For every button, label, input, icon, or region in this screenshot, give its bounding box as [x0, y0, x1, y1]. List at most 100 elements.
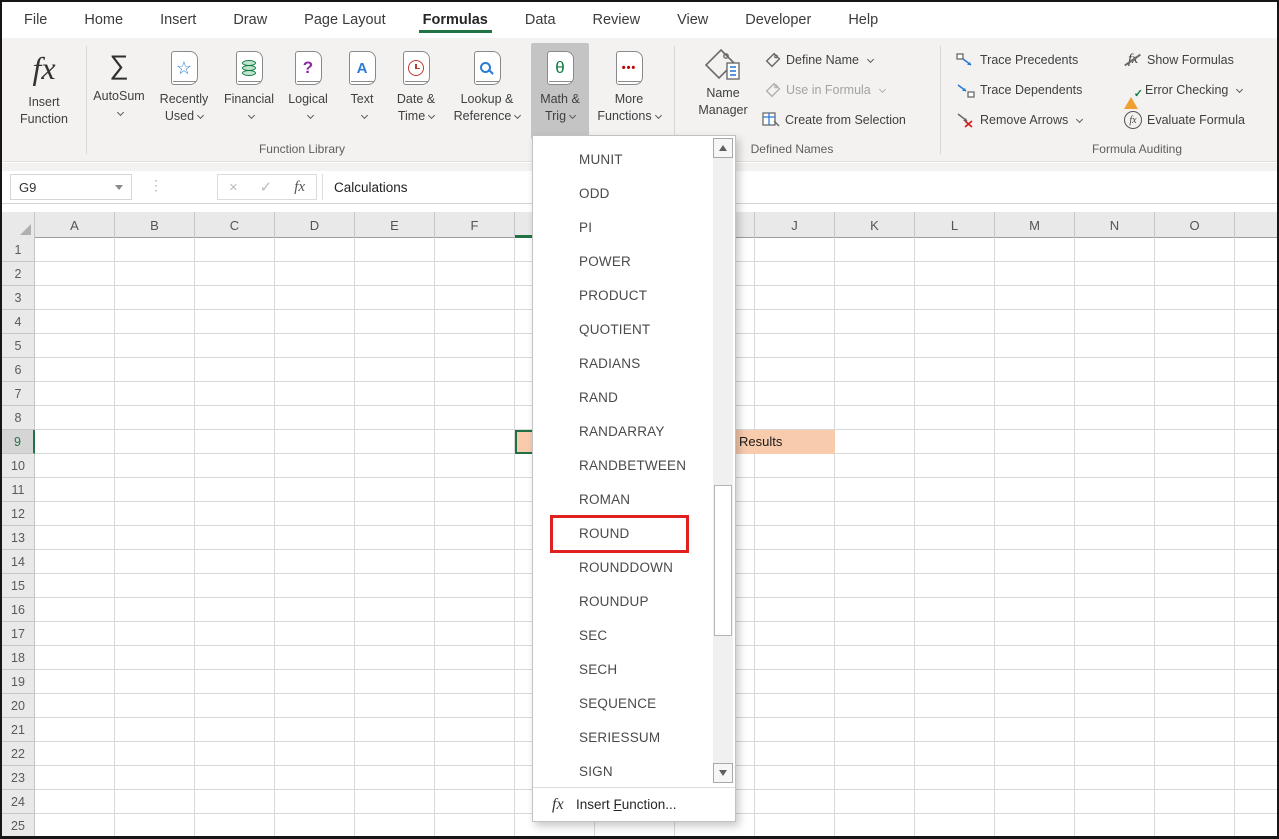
math-trig-button[interactable]: θ Math & Trig: [531, 43, 589, 139]
column-header[interactable]: E: [355, 212, 435, 238]
row-header[interactable]: 5: [2, 334, 35, 358]
column-header[interactable]: J: [755, 212, 835, 238]
function-menu-item[interactable]: RANDBETWEEN: [533, 449, 735, 483]
row-header[interactable]: 20: [2, 694, 35, 718]
row-header[interactable]: 4: [2, 310, 35, 334]
insert-function-button[interactable]: fx Insert Function: [8, 43, 80, 139]
text-button[interactable]: A Text: [339, 43, 385, 139]
financial-button[interactable]: Financial: [221, 43, 277, 139]
scroll-down-button[interactable]: [713, 763, 733, 783]
name-box[interactable]: G9: [10, 174, 132, 200]
formula-bar-grip-icon[interactable]: ⋮: [149, 177, 163, 194]
menu-tab[interactable]: Review: [591, 3, 643, 37]
row-header[interactable]: 1: [2, 238, 35, 262]
function-menu-item[interactable]: SECH: [533, 653, 735, 687]
trace-dependents-button[interactable]: Trace Dependents: [956, 79, 1082, 101]
row-header[interactable]: 10: [2, 454, 35, 478]
enter-icon[interactable]: ✓: [260, 178, 273, 196]
row-header[interactable]: 3: [2, 286, 35, 310]
menu-tab[interactable]: Page Layout: [302, 3, 387, 37]
more-functions-button[interactable]: ••• More Functions: [593, 43, 665, 139]
create-from-selection-button[interactable]: Create from Selection: [762, 109, 906, 131]
row-header[interactable]: 12: [2, 502, 35, 526]
scroll-up-button[interactable]: [713, 138, 733, 158]
cancel-icon[interactable]: ×: [229, 179, 238, 196]
function-menu-item[interactable]: ROMAN: [533, 483, 735, 517]
formula-input[interactable]: Calculations: [334, 171, 408, 204]
menu-tab[interactable]: Developer: [743, 3, 813, 37]
define-name-button[interactable]: Define Name: [764, 49, 873, 71]
autosum-button[interactable]: ∑ AutoSum: [90, 43, 148, 139]
row-header[interactable]: 25: [2, 814, 35, 838]
function-menu-item[interactable]: RAND: [533, 381, 735, 415]
function-menu-item[interactable]: SEC: [533, 619, 735, 653]
row-header[interactable]: 23: [2, 766, 35, 790]
row-header[interactable]: 9: [2, 430, 35, 454]
row-header[interactable]: 17: [2, 622, 35, 646]
function-menu-item[interactable]: SIGN: [533, 755, 735, 788]
column-header[interactable]: F: [435, 212, 515, 238]
row-header[interactable]: 15: [2, 574, 35, 598]
menu-tab[interactable]: View: [675, 3, 710, 37]
row-header[interactable]: 24: [2, 790, 35, 814]
column-header[interactable]: M: [995, 212, 1075, 238]
evaluate-formula-button[interactable]: fx Evaluate Formula: [1124, 109, 1245, 131]
select-all-corner[interactable]: [2, 212, 35, 238]
scrollbar-thumb[interactable]: [714, 485, 732, 636]
row-header[interactable]: 8: [2, 406, 35, 430]
insert-function-menu-item[interactable]: fx Insert Function...: [533, 787, 735, 821]
date-time-button[interactable]: Date & Time: [388, 43, 444, 139]
column-header[interactable]: C: [195, 212, 275, 238]
recently-used-button[interactable]: ☆ Recently Used: [150, 43, 218, 139]
row-header[interactable]: 16: [2, 598, 35, 622]
function-menu-item[interactable]: PI: [533, 211, 735, 245]
lookup-reference-button[interactable]: Lookup & Reference: [448, 43, 526, 139]
dropdown-scrollbar[interactable]: [713, 138, 733, 783]
menu-tab[interactable]: Insert: [158, 3, 198, 37]
function-menu-item[interactable]: ROUNDDOWN: [533, 551, 735, 585]
function-menu-item[interactable]: POWER: [533, 245, 735, 279]
row-header[interactable]: 14: [2, 550, 35, 574]
row-header[interactable]: 2: [2, 262, 35, 286]
remove-arrows-button[interactable]: Remove Arrows: [956, 109, 1082, 131]
function-menu-item[interactable]: SERIESSUM: [533, 721, 735, 755]
logical-button[interactable]: ? Logical: [281, 43, 335, 139]
error-checking-button[interactable]: ✓ Error Checking: [1124, 79, 1242, 101]
name-box-dropdown-icon[interactable]: [115, 185, 123, 190]
show-formulas-button[interactable]: fx Show Formulas: [1124, 49, 1234, 71]
cell-results-text[interactable]: Results: [739, 430, 782, 454]
row-header[interactable]: 6: [2, 358, 35, 382]
row-header[interactable]: 11: [2, 478, 35, 502]
trace-precedents-button[interactable]: Trace Precedents: [956, 49, 1078, 71]
row-header[interactable]: 22: [2, 742, 35, 766]
name-manager-button[interactable]: Name Manager: [686, 43, 760, 119]
function-menu-item[interactable]: ODD: [533, 177, 735, 211]
menu-tab[interactable]: Home: [82, 3, 125, 37]
row-header[interactable]: 18: [2, 646, 35, 670]
function-menu-item[interactable]: ROUND: [533, 517, 735, 551]
column-header[interactable]: L: [915, 212, 995, 238]
insert-function-icon[interactable]: fx: [294, 179, 305, 196]
function-menu-item[interactable]: SEQUENCE: [533, 687, 735, 721]
menu-tab[interactable]: Help: [846, 3, 880, 37]
menu-tab[interactable]: Formulas: [421, 3, 490, 37]
function-menu-item[interactable]: RADIANS: [533, 347, 735, 381]
function-menu-item[interactable]: ROUNDUP: [533, 585, 735, 619]
function-menu-item[interactable]: MUNIT: [533, 143, 735, 177]
column-header[interactable]: A: [35, 212, 115, 238]
menu-tab[interactable]: Draw: [231, 3, 269, 37]
function-menu-item[interactable]: RANDARRAY: [533, 415, 735, 449]
column-header[interactable]: B: [115, 212, 195, 238]
row-header[interactable]: 21: [2, 718, 35, 742]
column-header[interactable]: N: [1075, 212, 1155, 238]
row-header[interactable]: 7: [2, 382, 35, 406]
column-header[interactable]: K: [835, 212, 915, 238]
function-menu-item[interactable]: PRODUCT: [533, 279, 735, 313]
menu-tab[interactable]: Data: [523, 3, 558, 37]
menu-tab[interactable]: File: [22, 3, 49, 37]
column-header[interactable]: O: [1155, 212, 1235, 238]
row-header[interactable]: 19: [2, 670, 35, 694]
row-header[interactable]: 13: [2, 526, 35, 550]
column-header[interactable]: D: [275, 212, 355, 238]
function-menu-item[interactable]: QUOTIENT: [533, 313, 735, 347]
